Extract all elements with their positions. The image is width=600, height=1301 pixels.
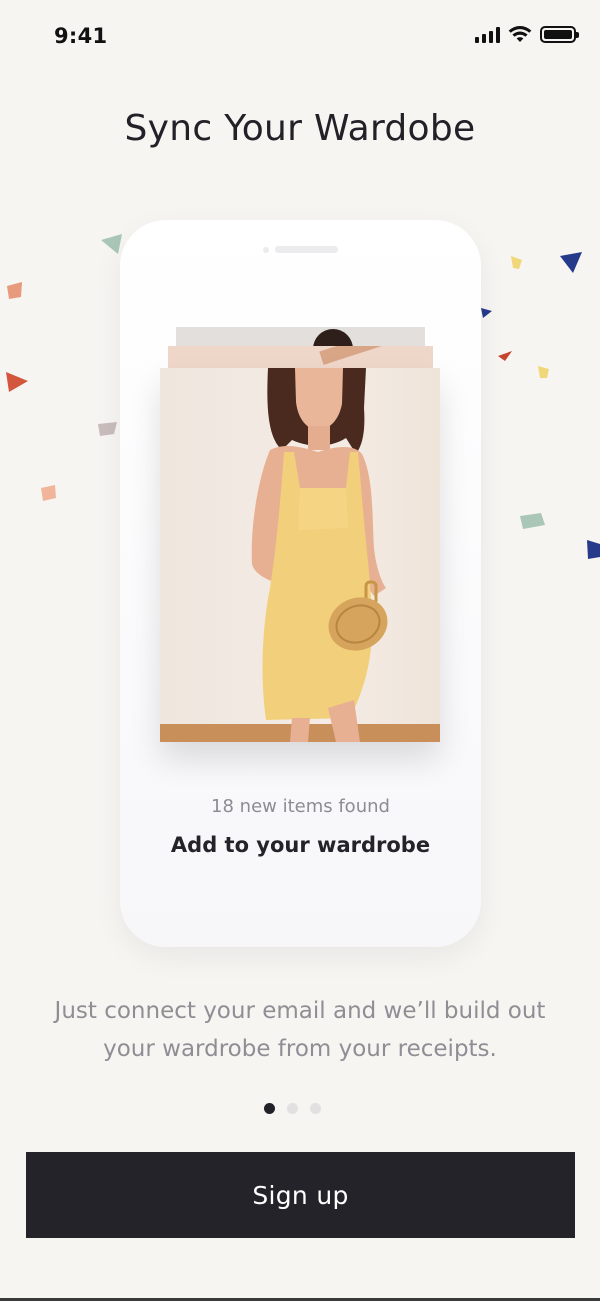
- phone-camera-dot: [263, 247, 269, 253]
- wardrobe-item-photo: [160, 368, 440, 742]
- page-dot-1[interactable]: [264, 1103, 275, 1114]
- page-indicator: [264, 1103, 321, 1114]
- battery-icon: [540, 26, 579, 43]
- sign-up-button[interactable]: Sign up: [26, 1152, 575, 1238]
- cellular-signal-icon: [475, 26, 500, 43]
- status-time: 9:41: [54, 24, 108, 48]
- status-icons: [475, 26, 579, 43]
- items-found-label: 18 new items found: [211, 796, 390, 817]
- status-bar: 9:41: [0, 0, 600, 76]
- phone-preview-card: 18 new items found Add to your wardrobe: [120, 220, 481, 947]
- onboarding-description: Just connect your email and we’ll build …: [54, 998, 546, 1062]
- page-dot-2[interactable]: [287, 1103, 298, 1114]
- wifi-icon: [508, 26, 532, 42]
- phone-speaker-bar: [275, 246, 338, 253]
- page-title: Sync Your Wardobe: [124, 108, 476, 149]
- add-to-wardrobe-label: Add to your wardrobe: [170, 833, 431, 857]
- page-dot-3[interactable]: [310, 1103, 321, 1114]
